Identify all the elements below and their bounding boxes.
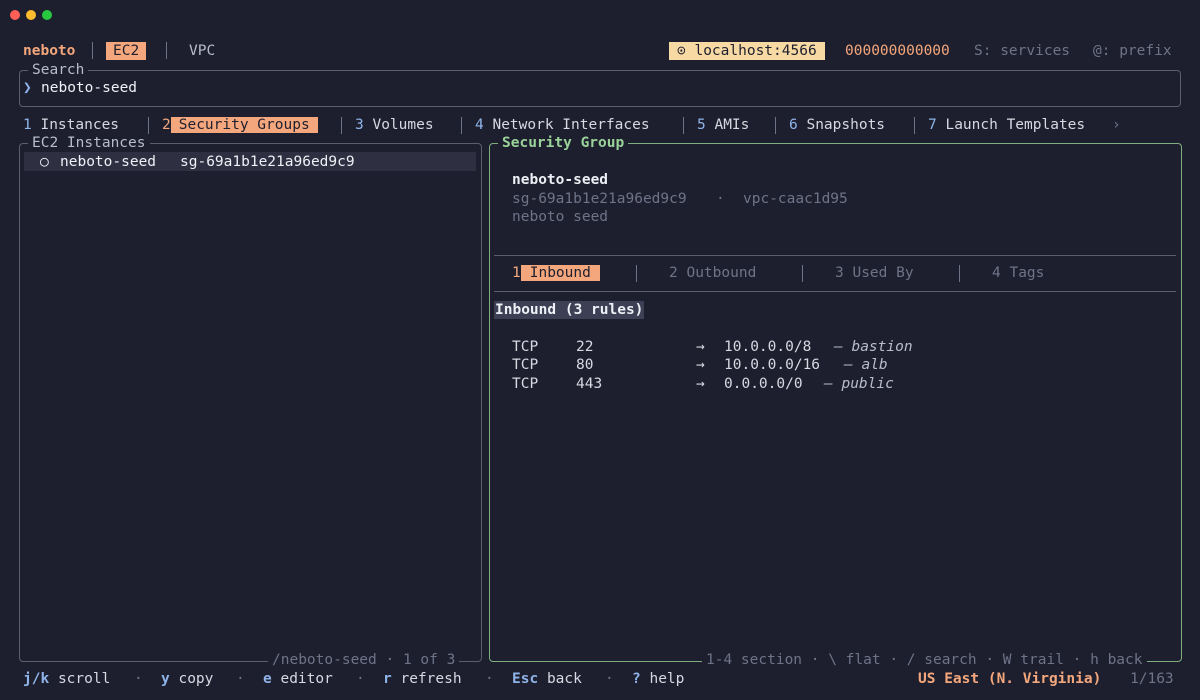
sg-name: neboto-seed bbox=[512, 172, 609, 188]
arrow-right-icon: → bbox=[696, 357, 705, 373]
rule-proto: TCP bbox=[512, 339, 539, 355]
statusbar-separator: · bbox=[356, 671, 365, 687]
tab-tags[interactable]: 4 Tags bbox=[992, 264, 1044, 282]
key-scroll[interactable]: j/k scroll bbox=[23, 670, 110, 688]
tab-snapshots[interactable]: 6 Snapshots bbox=[789, 116, 885, 134]
key-copy[interactable]: y copy bbox=[161, 670, 213, 688]
key-back[interactable]: Esc back bbox=[512, 670, 582, 688]
statusbar-separator: · bbox=[134, 671, 143, 687]
rule-port: 80 bbox=[576, 357, 594, 373]
tab-launch-templates[interactable]: 7 Launch Templates bbox=[928, 116, 1085, 134]
rule-cidr: 0.0.0.0/0 bbox=[724, 376, 803, 392]
region-label: US East (N. Virginia) bbox=[918, 671, 1102, 687]
security-group-panel-title: Security Group bbox=[498, 134, 629, 152]
search-box bbox=[19, 70, 1181, 107]
endpoint-badge: ⊙ localhost:4566 bbox=[669, 42, 825, 60]
list-item-marker-icon: ○ bbox=[40, 154, 49, 170]
instances-panel bbox=[19, 143, 482, 662]
list-item[interactable]: ○ neboto-seed sg-69a1b1e21a96ed9c9 bbox=[24, 152, 476, 171]
position-indicator: 1/163 bbox=[1130, 671, 1174, 687]
hint-services: S: services bbox=[974, 43, 1071, 59]
instances-panel-title: EC2 Instances bbox=[28, 134, 150, 152]
header-divider bbox=[92, 42, 93, 59]
sg-vpc[interactable]: vpc-caac1d95 bbox=[743, 190, 848, 208]
header-divider bbox=[166, 42, 167, 59]
key-editor[interactable]: e editor bbox=[263, 670, 333, 688]
tab-volumes[interactable]: 3 Volumes bbox=[355, 116, 434, 134]
rule-note: — bastion bbox=[834, 339, 913, 355]
window-maximize-button[interactable] bbox=[42, 10, 52, 20]
section-title: Inbound (3 rules) bbox=[494, 301, 645, 319]
rule-proto: TCP bbox=[512, 376, 539, 392]
instances-panel-footer: /neboto-seed · 1 of 3 bbox=[268, 651, 460, 669]
sg-id[interactable]: sg-69a1b1e21a96ed9c9 bbox=[512, 190, 687, 208]
tab-network-interfaces[interactable]: 4 Network Interfaces bbox=[475, 116, 650, 134]
statusbar-separator: · bbox=[236, 671, 245, 687]
tab-vpc[interactable]: VPC bbox=[189, 42, 215, 60]
subtabs-divider-bottom bbox=[494, 291, 1176, 292]
subtabs-divider-top bbox=[494, 255, 1176, 256]
rule-cidr: 10.0.0.0/8 bbox=[724, 339, 812, 355]
key-help[interactable]: ? help bbox=[632, 670, 684, 688]
tab-used-by[interactable]: 3 Used By bbox=[835, 264, 914, 282]
sg-description: neboto seed bbox=[512, 209, 609, 225]
list-item-name: neboto-seed bbox=[60, 154, 157, 170]
security-group-panel-footer: 1-4 section · \ flat · / search · W trai… bbox=[702, 651, 1147, 669]
tab-instances[interactable]: 1 Instances bbox=[23, 116, 119, 134]
search-label: Search bbox=[28, 61, 89, 79]
rule-port: 443 bbox=[576, 376, 603, 392]
statusbar-separator: · bbox=[605, 671, 614, 687]
tabs-more-icon[interactable]: › bbox=[1112, 116, 1121, 134]
tab-amis[interactable]: 5 AMIs bbox=[697, 116, 749, 134]
rule-port: 22 bbox=[576, 339, 594, 355]
rule-note: — alb bbox=[844, 357, 888, 373]
search-input[interactable]: neboto-seed bbox=[41, 79, 137, 97]
tab-outbound[interactable]: 2 Outbound bbox=[669, 264, 756, 282]
sg-detail-separator: · bbox=[716, 191, 725, 207]
rule-note: — public bbox=[824, 376, 894, 392]
search-prompt-icon: ❯ bbox=[23, 80, 32, 96]
window-close-button[interactable] bbox=[10, 10, 20, 20]
statusbar-separator: · bbox=[485, 671, 494, 687]
app-name: neboto bbox=[23, 43, 76, 59]
tab-security-groups[interactable]: 2 Security Groups bbox=[162, 116, 318, 134]
arrow-right-icon: → bbox=[696, 376, 705, 392]
window-minimize-button[interactable] bbox=[26, 10, 36, 20]
hint-prefix: @: prefix bbox=[1093, 43, 1172, 59]
list-item-id: sg-69a1b1e21a96ed9c9 bbox=[180, 154, 355, 170]
arrow-right-icon: → bbox=[696, 339, 705, 355]
rule-cidr: 10.0.0.0/16 bbox=[724, 357, 821, 373]
key-refresh[interactable]: r refresh bbox=[383, 670, 462, 688]
rule-proto: TCP bbox=[512, 357, 539, 373]
account-id: 000000000000 bbox=[845, 43, 950, 59]
tab-inbound[interactable]: 1 Inbound bbox=[512, 264, 600, 282]
tab-ec2[interactable]: EC2 bbox=[106, 42, 147, 60]
